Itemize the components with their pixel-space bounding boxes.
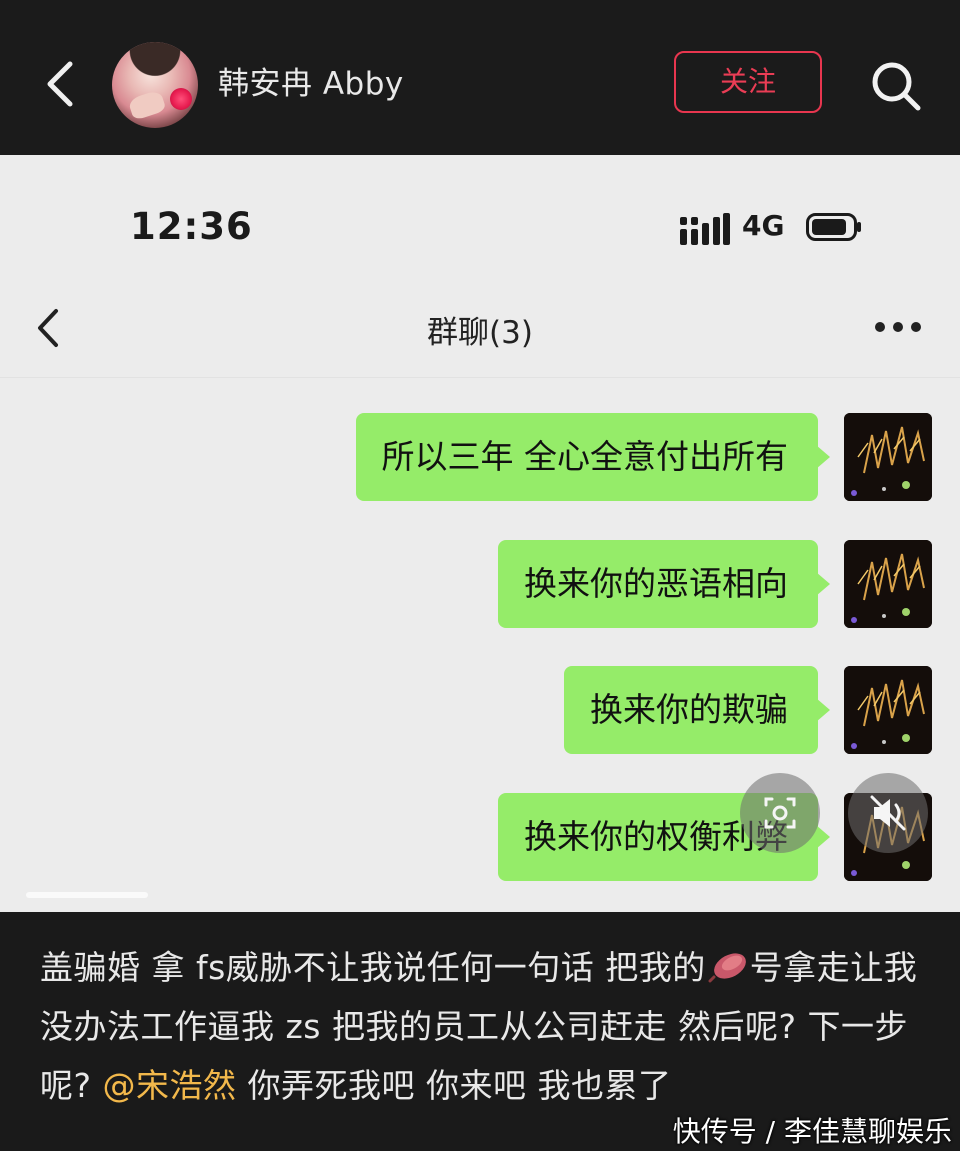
mute-icon (870, 795, 906, 831)
message-row: 换来你的欺骗 (0, 666, 960, 756)
video-progress-bar[interactable] (26, 892, 148, 898)
chat-title: 群聊(3) (427, 315, 533, 351)
source-watermark: 快传号 / 李佳慧聊娱乐 (672, 1115, 952, 1148)
network-type: 4G (742, 209, 785, 242)
more-icon (875, 322, 921, 332)
account-avatar[interactable] (112, 42, 198, 128)
chat-screenshot: 12:36 4G 群聊(3) 所以三年 全心全意付出所有 换来你的恶语相向 换来… (0, 155, 960, 912)
more-button[interactable] (872, 315, 924, 339)
message-bubble[interactable]: 换来你的恶语相向 (498, 540, 830, 628)
message-bubble[interactable]: 换来你的欺骗 (564, 666, 830, 754)
sweet-potato-icon (708, 953, 746, 983)
account-name[interactable]: 韩安冉 Abby (218, 62, 404, 106)
mention-link[interactable]: @宋浩然 (103, 1066, 237, 1105)
top-bar: 韩安冉 Abby 关注 (0, 0, 960, 155)
battery-icon (806, 213, 861, 241)
sender-avatar[interactable] (844, 666, 932, 754)
message-row: 所以三年 全心全意付出所有 (0, 413, 960, 503)
caption-text: 盖骗婚 拿 fs威胁不让我说任何一句话 把我的 (40, 948, 706, 987)
search-icon (872, 62, 921, 111)
video-page: 韩安冉 Abby 关注 12:36 4G 群聊(3) 所以三年 全心全意付出所有… (0, 0, 960, 1151)
back-arrow-icon (47, 61, 73, 107)
scan-button[interactable] (740, 773, 820, 853)
chat-header: 群聊(3) (0, 285, 960, 375)
caption-text: 你弄死我吧 你来吧 我也累了 (236, 1066, 672, 1105)
back-button[interactable] (38, 58, 82, 110)
scan-icon (764, 797, 796, 829)
follow-button[interactable]: 关注 (674, 51, 822, 113)
search-button[interactable] (868, 58, 924, 114)
mute-button[interactable] (848, 773, 928, 853)
header-divider (0, 377, 960, 378)
sender-avatar[interactable] (844, 540, 932, 628)
message-bubble[interactable]: 所以三年 全心全意付出所有 (355, 413, 830, 501)
message-row: 换来你的恶语相向 (0, 540, 960, 630)
sender-avatar[interactable] (844, 413, 932, 501)
status-time: 12:36 (130, 205, 253, 248)
video-caption: 盖骗婚 拿 fs威胁不让我说任何一句话 把我的 号拿走让我没办法工作逼我 zs … (40, 938, 920, 1115)
signal-icon (680, 213, 730, 245)
